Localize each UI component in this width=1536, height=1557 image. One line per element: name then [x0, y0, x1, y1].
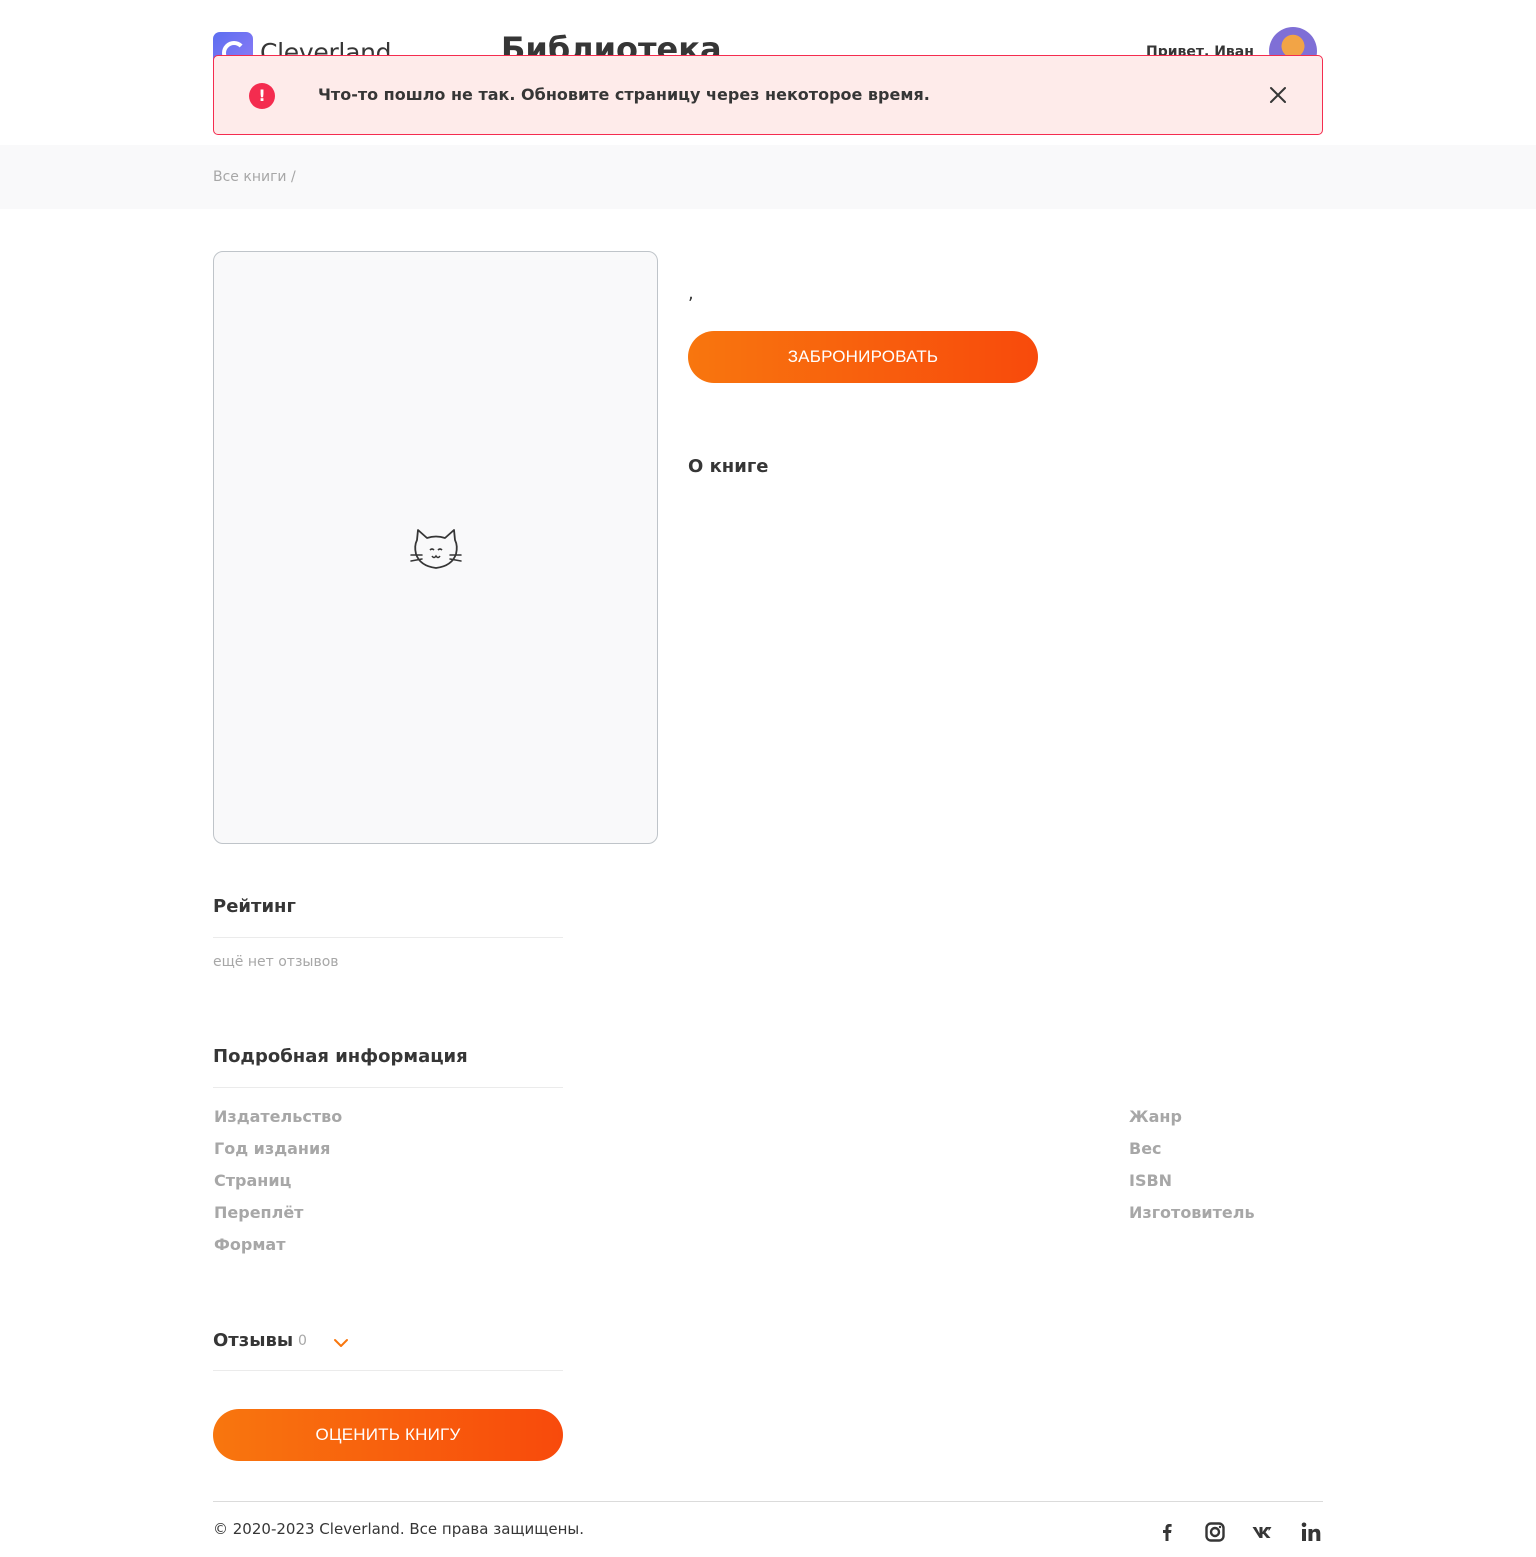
rating-title: Рейтинг	[213, 896, 296, 917]
rate-book-button[interactable]: ОЦЕНИТЬ КНИГУ	[213, 1409, 563, 1461]
detail-label: Переплёт	[214, 1203, 304, 1222]
error-toast: ! Что-то пошло не так. Обновите страницу…	[213, 55, 1323, 135]
chevron-down-icon[interactable]	[331, 1333, 351, 1353]
vk-icon[interactable]	[1251, 1520, 1275, 1544]
about-title: О книге	[688, 456, 769, 477]
instagram-icon[interactable]	[1203, 1520, 1227, 1544]
breadcrumb-bar: Все книги /	[0, 145, 1536, 209]
book-cover	[213, 251, 658, 844]
book-button[interactable]: ЗАБРОНИРОВАТЬ	[688, 331, 1038, 383]
divider	[213, 1370, 563, 1371]
exclamation-icon: !	[249, 83, 275, 109]
detail-label: ISBN	[1129, 1171, 1173, 1190]
detail-label: Вес	[1129, 1139, 1162, 1158]
detail-label: Год издания	[214, 1139, 331, 1158]
breadcrumb[interactable]: Все книги /	[213, 169, 296, 185]
reviews-title: Отзывы	[213, 1330, 294, 1351]
divider	[213, 937, 563, 938]
detail-label: Страниц	[214, 1171, 292, 1190]
reviews-count: 0	[298, 1333, 307, 1349]
footer-divider	[213, 1501, 1323, 1502]
error-message: Что-то пошло не так. Обновите страницу ч…	[318, 85, 930, 104]
details-title: Подробная информация	[213, 1046, 468, 1067]
detail-label: Жанр	[1129, 1107, 1182, 1126]
detail-label: Издательство	[214, 1107, 343, 1126]
book-authors: ,	[688, 283, 694, 304]
copyright: © 2020-2023 Cleverland. Все права защище…	[213, 1520, 585, 1538]
cat-icon	[410, 529, 462, 569]
rating-empty-text: ещё нет отзывов	[213, 954, 339, 970]
detail-label: Формат	[214, 1235, 286, 1254]
facebook-icon[interactable]	[1155, 1520, 1179, 1544]
close-icon[interactable]	[1266, 83, 1290, 107]
detail-label: Изготовитель	[1129, 1203, 1255, 1222]
linkedin-icon[interactable]	[1299, 1520, 1323, 1544]
divider	[213, 1087, 563, 1088]
